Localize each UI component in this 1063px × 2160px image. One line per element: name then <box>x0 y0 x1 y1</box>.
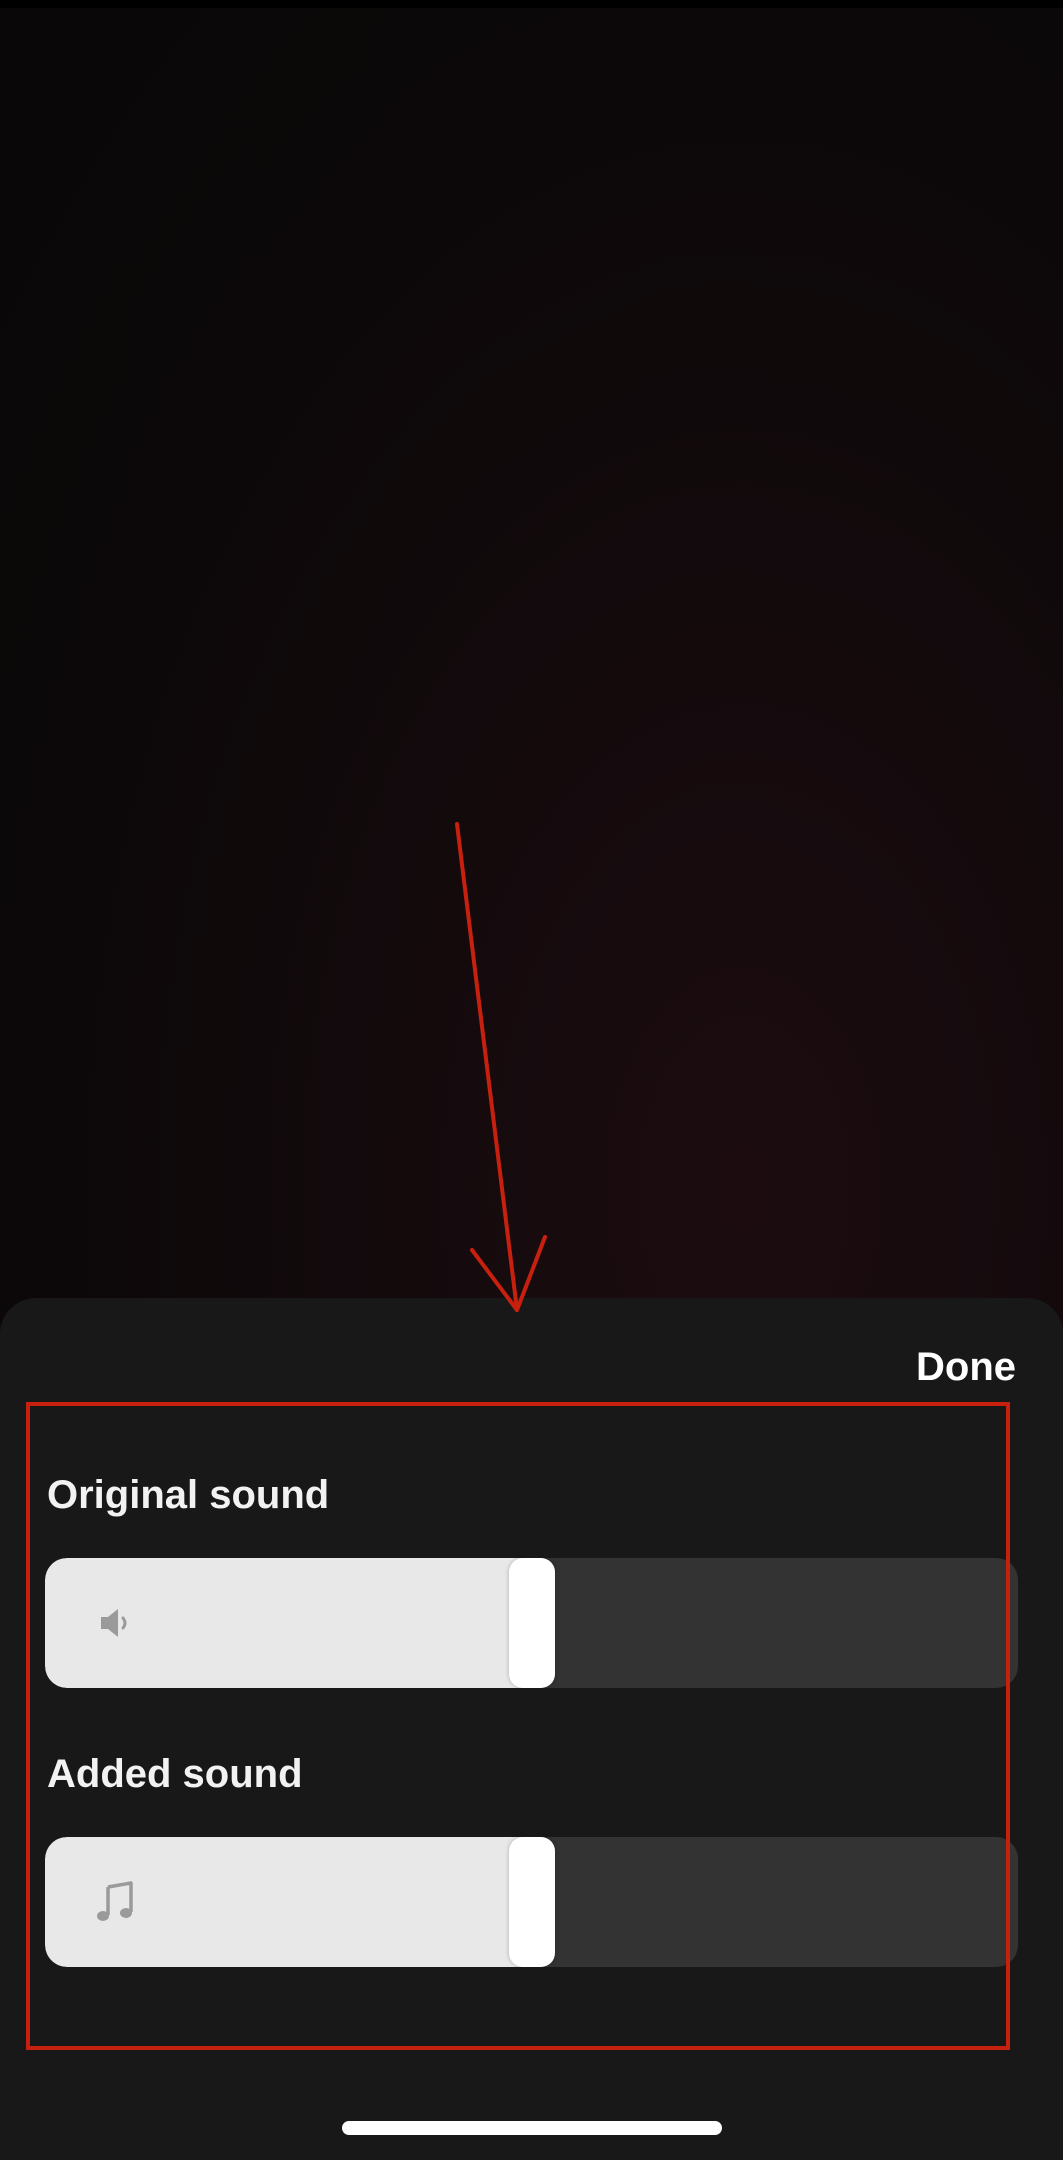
home-indicator[interactable] <box>342 2121 722 2135</box>
music-note-icon <box>97 1881 133 1921</box>
screen: Done Original sound Added sound <box>0 0 1063 2160</box>
speaker-icon <box>101 1609 127 1637</box>
status-bar <box>0 0 1063 8</box>
done-button[interactable]: Done <box>916 1345 1016 1390</box>
added-sound-label: Added sound <box>47 1752 303 1796</box>
video-preview <box>0 8 1063 1298</box>
original-sound-slider[interactable] <box>45 1558 1018 1688</box>
original-sound-slider-thumb[interactable] <box>509 1558 555 1688</box>
added-sound-slider[interactable] <box>45 1837 1018 1967</box>
added-sound-slider-thumb[interactable] <box>509 1837 555 1967</box>
volume-sheet <box>0 1298 1063 2160</box>
original-sound-label: Original sound <box>47 1473 330 1517</box>
